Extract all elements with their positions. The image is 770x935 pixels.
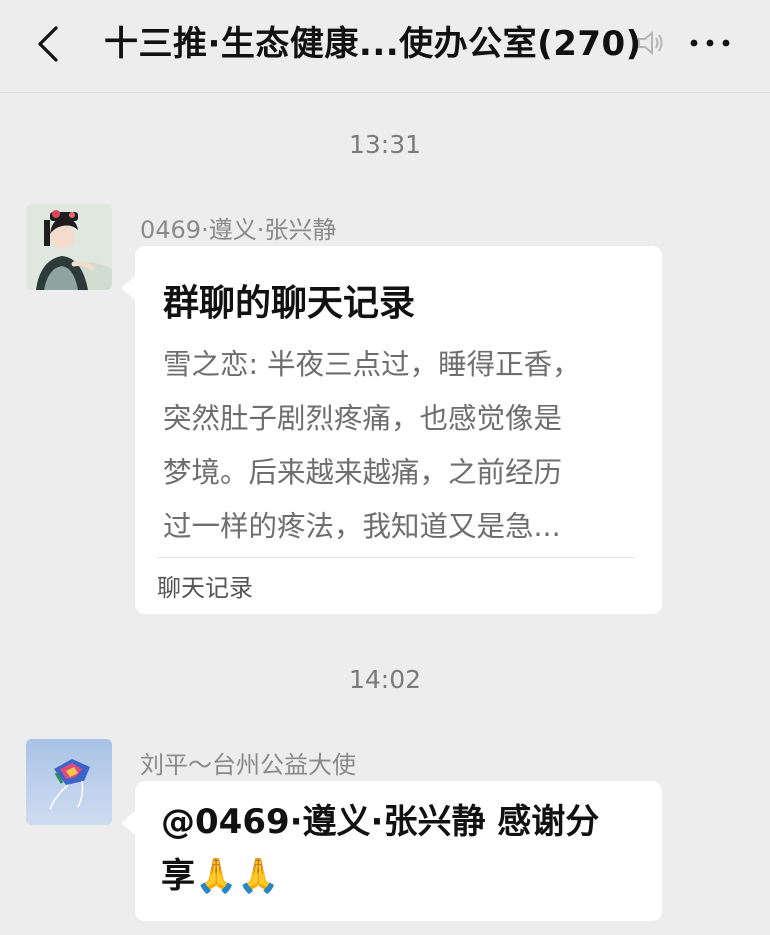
sender-name: 刘平～台州公益大使 [140,751,356,779]
chat-header: 十三推·生态健康...使办公室(270) [0,0,770,93]
folded-hands-emoji: 🙏🙏 [195,856,280,896]
card-preview: 雪之恋: 半夜三点过，睡得正香， 突然肚子剧烈疼痛，也感觉像是 梦境。后来越来越… [163,338,633,554]
card-title: 群聊的聊天记录 [163,283,416,324]
card-preview-line: 突然肚子剧烈疼痛，也感觉像是 [163,402,563,435]
more-options-button[interactable] [686,28,734,58]
message-text: @0469·遵义·张兴静 感谢分 享🙏🙏 [161,795,641,903]
chevron-left-icon [38,26,58,62]
mute-icon [638,30,663,56]
chat-title: 十三推·生态健康...使办公室(270) [104,24,642,64]
message-timestamp: 13:31 [348,130,422,159]
card-preview-line: 雪之恋: 半夜三点过，睡得正香， [163,348,581,381]
mute-indicator [633,26,667,60]
avatar[interactable] [26,739,112,825]
card-divider [157,557,635,558]
message-text-tail: 享 [161,856,195,896]
sender-name: 0469·遵义·张兴静 [140,216,337,244]
card-footer-label: 聊天记录 [157,574,253,602]
back-button[interactable] [26,22,70,66]
text-message-bubble[interactable]: @0469·遵义·张兴静 感谢分 享🙏🙏 [121,781,662,921]
message-text-line: @0469·遵义·张兴静 感谢分 [161,802,600,842]
avatar-woman-traditional-costume [26,204,112,290]
message-timestamp: 14:02 [348,665,422,694]
more-icon [690,39,730,47]
message-text-line2: 享🙏🙏 [161,849,641,903]
avatar[interactable] [26,204,112,290]
card-preview-line: 梦境。后来越来越痛，之前经历 [163,456,563,489]
avatar-kite [26,739,112,825]
chat-history-card[interactable]: 群聊的聊天记录 雪之恋: 半夜三点过，睡得正香， 突然肚子剧烈疼痛，也感觉像是 … [121,246,662,614]
card-preview-line: 过一样的疼法，我知道又是急... [163,510,561,543]
